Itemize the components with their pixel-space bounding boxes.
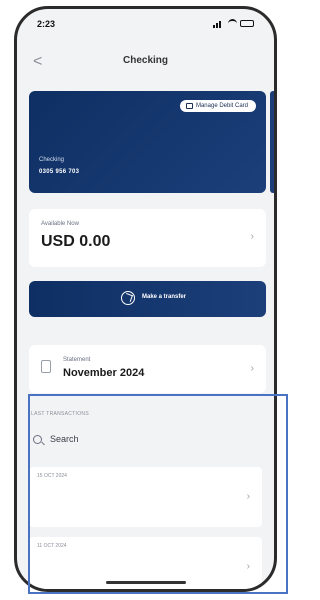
statement-panel[interactable]: Statement November 2024 › [29, 345, 266, 393]
search-placeholder: Search [50, 434, 79, 444]
next-card-peek[interactable] [270, 91, 274, 193]
chevron-right-icon: › [250, 363, 254, 374]
signal-icon [213, 20, 225, 28]
statement-label: Statement [63, 357, 91, 363]
document-icon [41, 360, 51, 373]
nav-bar: < Checking [17, 51, 274, 73]
balance-label: Available Now [41, 221, 79, 227]
make-transfer-button[interactable]: Make a transfer [29, 281, 266, 317]
battery-icon [240, 20, 254, 27]
chevron-right-icon: › [246, 561, 250, 572]
manage-debit-card-label: Manage Debit Card [195, 103, 248, 109]
wifi-icon [228, 19, 237, 28]
chevron-right-icon: › [246, 491, 250, 502]
transaction-date: 11 OCT 2024 [37, 543, 67, 549]
home-indicator [105, 581, 186, 584]
search-icon [33, 434, 42, 444]
account-type: Checking [39, 157, 65, 163]
search-input[interactable]: Search [29, 427, 262, 451]
phone-frame: 2:23 < Checking Manage Debit Card Checki… [14, 6, 277, 592]
make-transfer-label: Make a transfer [142, 294, 187, 300]
account-number: 0305 956 703 [39, 169, 80, 175]
transaction-date: 15 OCT 2024 [37, 473, 67, 479]
card-icon [185, 103, 193, 109]
statement-value: November 2024 [63, 367, 145, 379]
status-time: 2:23 [37, 19, 56, 29]
account-card[interactable]: Manage Debit Card Checking 0305 956 703 [29, 91, 266, 193]
status-bar: 2:23 [37, 19, 254, 33]
transactions-section: LAST TRANSACTIONS Search 15 OCT 2024 › 1… [17, 403, 274, 589]
transactions-heading: LAST TRANSACTIONS [31, 411, 89, 417]
balance-panel[interactable]: Available Now USD 0.00 › [29, 209, 266, 267]
transaction-row[interactable]: 15 OCT 2024 › [29, 467, 262, 527]
balance-amount: USD 0.00 [41, 233, 111, 250]
manage-debit-card-button[interactable]: Manage Debit Card [179, 100, 256, 112]
chevron-right-icon: › [250, 231, 254, 242]
transfer-icon [121, 291, 135, 305]
page-title: Checking [122, 55, 168, 66]
